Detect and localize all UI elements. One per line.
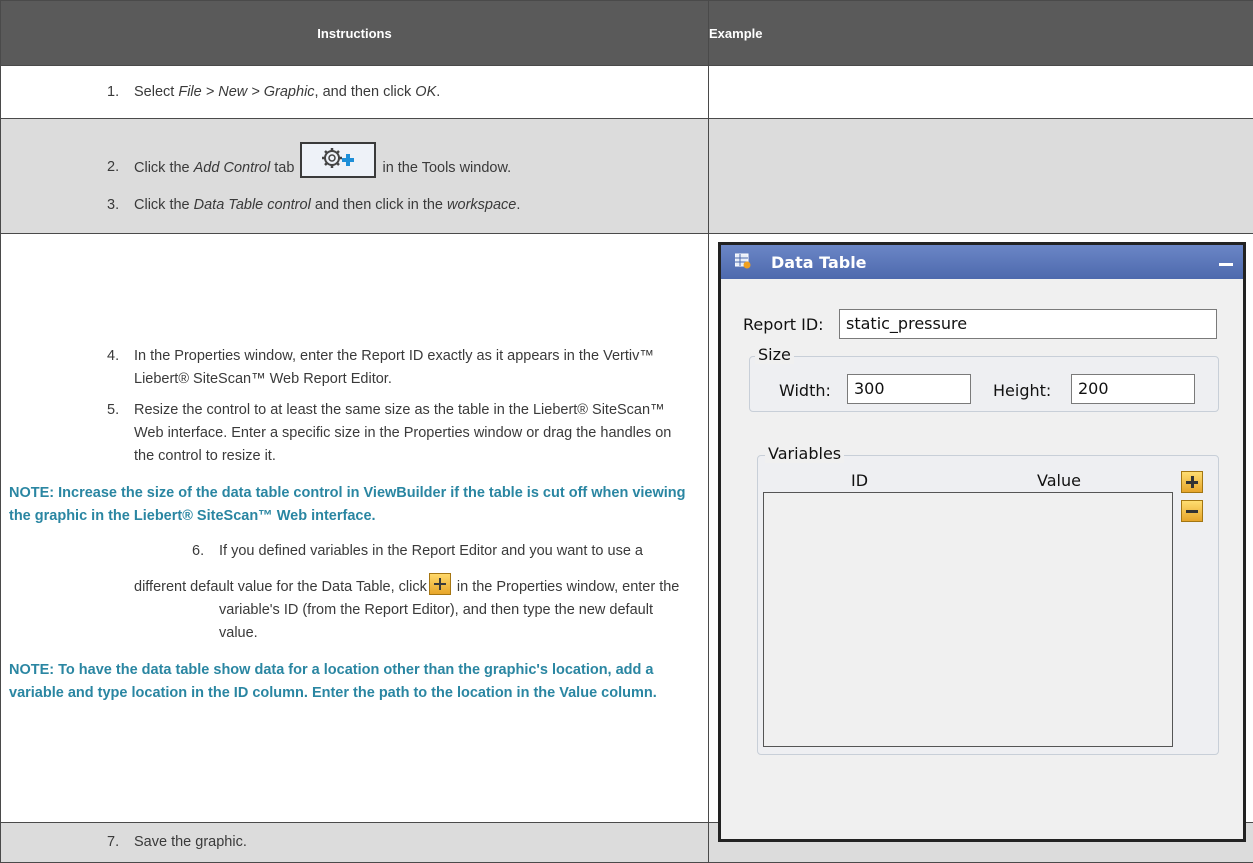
column-id-header: ID: [851, 471, 868, 490]
data-table-icon: [735, 253, 751, 269]
step-number: 1.: [107, 81, 119, 104]
data-table-properties-panel: Data Table Report ID: static_pressure Si…: [718, 242, 1246, 842]
report-id-input[interactable]: static_pressure: [839, 309, 1217, 339]
step-1-cell: 1. Select File > New > Graphic, and then…: [1, 66, 709, 119]
step-7-cell: 7. Save the graphic.: [1, 823, 709, 863]
report-id-label: Report ID:: [743, 315, 824, 334]
variables-list[interactable]: [763, 492, 1173, 747]
minimize-button[interactable]: [1219, 263, 1233, 266]
steps-2-3-cell: 2. Click the Add Control tab: [1, 119, 709, 234]
add-variable-icon: [429, 573, 451, 595]
steps-4-6-cell: 4. In the Properties window, enter the R…: [1, 234, 709, 823]
remove-variable-button[interactable]: [1181, 500, 1203, 522]
panel-title: Data Table: [771, 253, 867, 272]
width-input[interactable]: 300: [847, 374, 971, 404]
ok-text: OK: [415, 84, 436, 100]
step-2: 2. Click the Add Control tab: [1, 142, 708, 180]
size-legend: Size: [755, 345, 794, 364]
menu-path: File > New > Graphic: [178, 84, 314, 100]
step-4: 4. In the Properties window, enter the R…: [1, 345, 708, 391]
header-instructions: Instructions: [1, 1, 709, 66]
step-1: 1. Select File > New > Graphic, and then…: [1, 81, 708, 104]
height-label: Height:: [993, 381, 1051, 400]
column-value-header: Value: [1037, 471, 1081, 490]
note-2: NOTE: To have the data table show data f…: [1, 659, 708, 705]
variables-legend: Variables: [765, 444, 844, 463]
panel-title-bar: Data Table: [721, 245, 1243, 279]
note-1: NOTE: Increase the size of the data tabl…: [1, 482, 708, 528]
data-table-control-text: Data Table control: [194, 197, 311, 213]
height-input[interactable]: 200: [1071, 374, 1195, 404]
add-control-text: Add Control: [194, 160, 271, 176]
add-variable-button[interactable]: [1181, 471, 1203, 493]
header-example: Example: [709, 1, 1253, 66]
step-5: 5. Resize the control to at least the sa…: [1, 399, 708, 468]
width-label: Width:: [779, 381, 831, 400]
step-6: 6. If you defined variables in the Repor…: [1, 540, 708, 645]
add-control-tab-icon: [300, 142, 376, 178]
example-cell-2: [709, 119, 1253, 234]
workspace-text: workspace: [447, 197, 516, 213]
step-7: 7. Save the graphic.: [1, 831, 708, 854]
step-3: 3. Click the Data Table control and then…: [1, 194, 708, 217]
example-cell-1: [709, 66, 1253, 119]
